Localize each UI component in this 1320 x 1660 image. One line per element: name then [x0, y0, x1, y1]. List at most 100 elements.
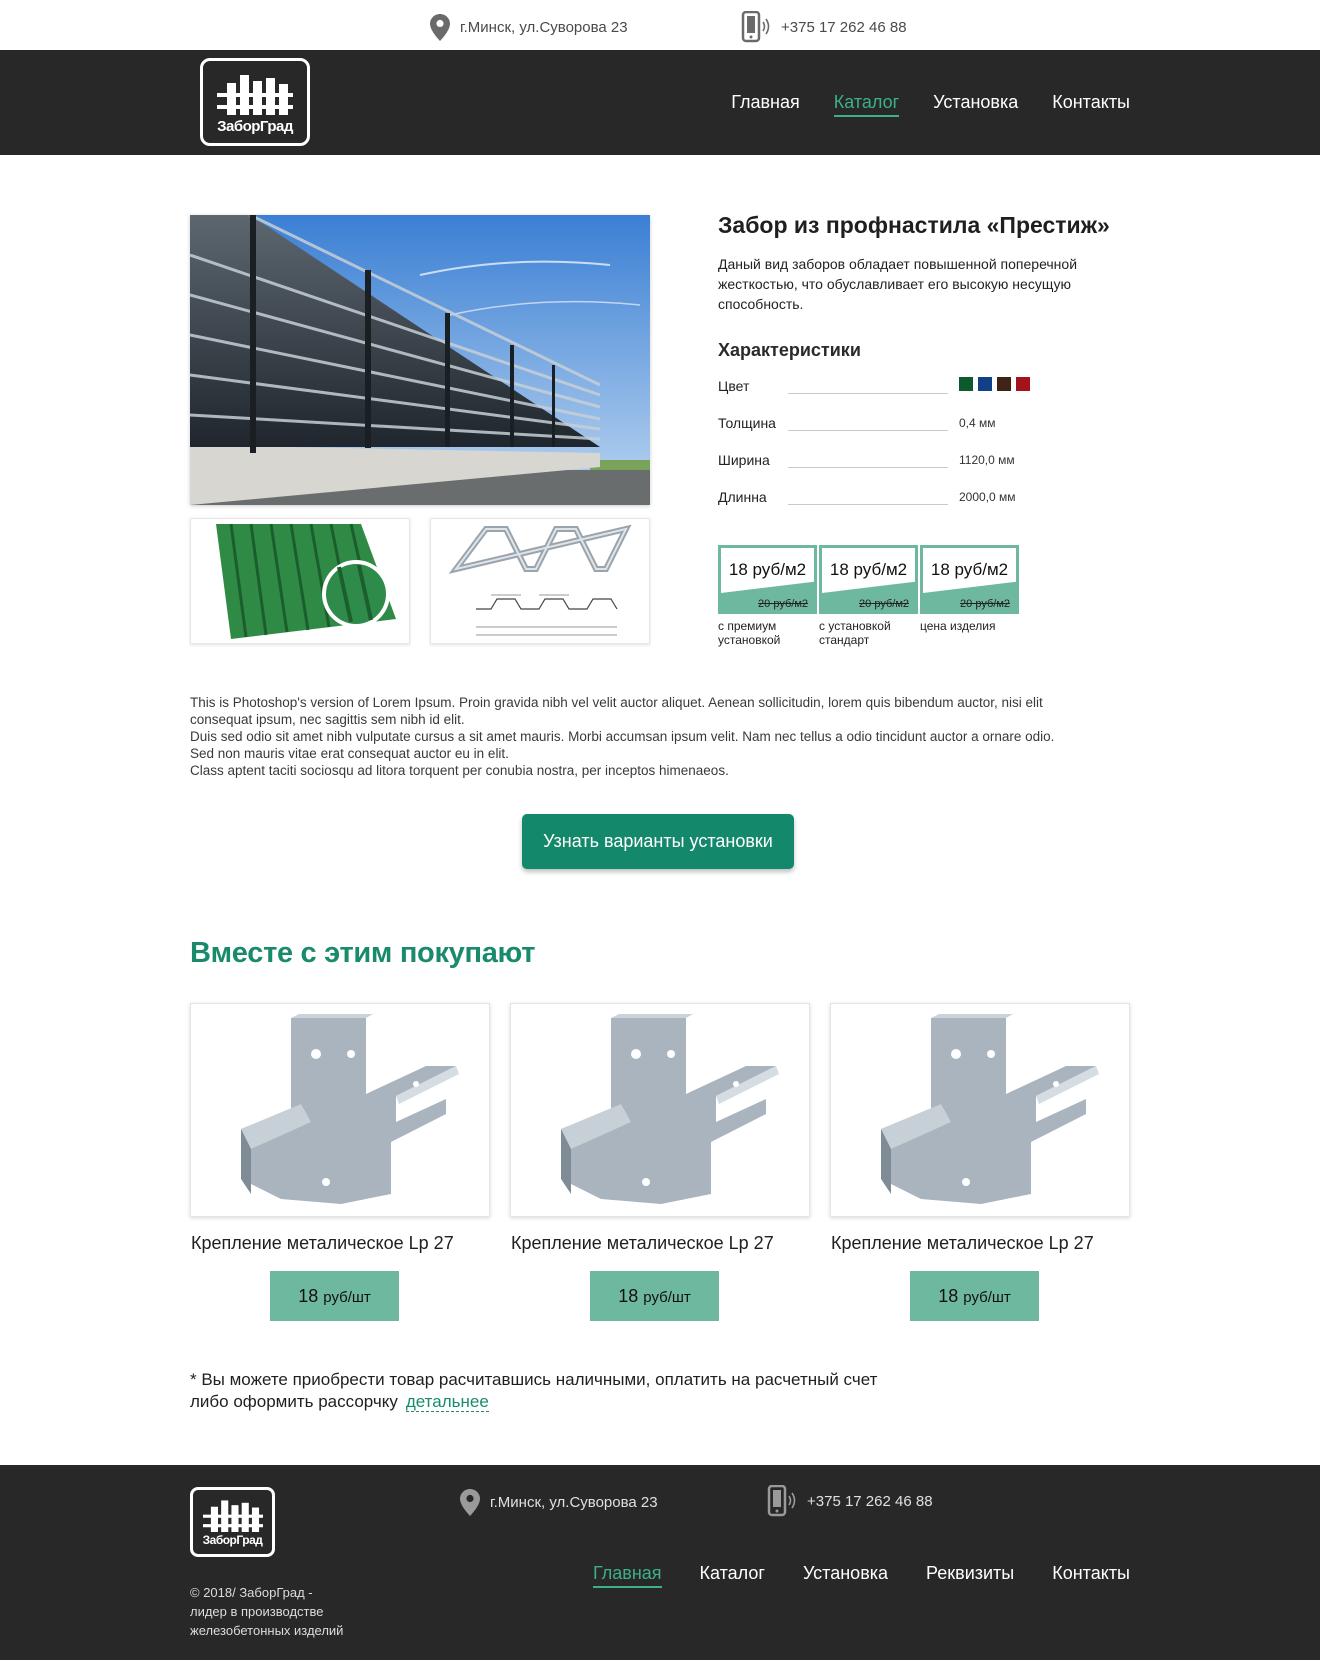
top-address-text: г.Минск, ул.Суворова 23: [460, 19, 628, 36]
copyright-line: © 2018/ ЗаборГрад -: [190, 1585, 313, 1600]
spec-key: Цвет: [718, 378, 750, 394]
price-box-premium[interactable]: 18 руб/м2 20 руб/м2: [718, 545, 817, 614]
metal-bracket-image: [881, 1014, 1099, 1204]
price-value: 18 руб/м2: [829, 560, 908, 579]
metal-bracket-image: [241, 1014, 459, 1204]
related-item-name[interactable]: Крепление металическое Lp 27: [831, 1233, 1094, 1254]
nav-item-catalog[interactable]: Каталог: [833, 92, 900, 117]
product-thumb-green-sheet[interactable]: [190, 518, 410, 644]
description-paragraph: This is Photoshop's version of Lorem Ips…: [190, 695, 1043, 727]
top-phone-text[interactable]: +375 17 262 46 88: [781, 19, 907, 36]
related-item-price-button[interactable]: 18 руб/шт: [270, 1271, 399, 1321]
price-label: с премиум установкой: [718, 619, 781, 647]
spec-leader-line: [788, 393, 948, 394]
price-label: с установкой стандарт: [819, 619, 891, 647]
footer-phone[interactable]: +375 17 262 46 88: [767, 1485, 933, 1517]
spec-key: Толщина: [718, 415, 776, 431]
copyright-line: железобетонных изделий: [190, 1623, 344, 1638]
footer-phone-text[interactable]: +375 17 262 46 88: [807, 1493, 933, 1510]
top-address: г.Минск, ул.Суворова 23: [430, 14, 628, 41]
details-link[interactable]: детальнее: [405, 1392, 489, 1412]
footer-nav-item-home[interactable]: Главная: [593, 1563, 662, 1588]
price-number: 18: [618, 1285, 639, 1306]
site-header: ЗаборГрад Главная Каталог Установка Конт…: [0, 50, 1320, 155]
spec-leader-line: [788, 430, 948, 431]
price-unit: руб/шт: [323, 1288, 371, 1306]
spec-value: 1120,0 мм: [959, 453, 1015, 467]
top-contact-bar: г.Минск, ул.Суворова 23 +375 17 262 46 8…: [0, 0, 1320, 50]
spec-value: 2000,0 мм: [959, 490, 1016, 504]
metal-bracket-image: [561, 1014, 779, 1204]
price-value: 18 руб/м2: [728, 560, 807, 579]
price-old: 20 руб/м2: [758, 598, 808, 610]
related-item-price-button[interactable]: 18 руб/шт: [590, 1271, 719, 1321]
spec-row-length: Длинна 2000,0 мм: [718, 489, 1078, 509]
site-footer: ЗаборГрад © 2018/ ЗаборГрад - лидер в пр…: [0, 1465, 1320, 1660]
spec-key: Ширина: [718, 452, 770, 468]
price-number: 18: [938, 1285, 959, 1306]
spec-leader-line: [788, 467, 948, 468]
related-item-price-button[interactable]: 18 руб/шт: [910, 1271, 1039, 1321]
fence-photo: [190, 215, 650, 505]
description-paragraph: Class aptent taciti sociosqu ad litora t…: [190, 763, 729, 778]
price-label: цена изделия: [920, 619, 996, 633]
mobile-phone-icon: [767, 1485, 796, 1517]
spec-value: 0,4 мм: [959, 416, 996, 430]
top-phone[interactable]: +375 17 262 46 88: [741, 11, 907, 43]
color-swatch-blue[interactable]: [978, 377, 992, 391]
related-item-image[interactable]: [190, 1003, 490, 1217]
footer-copyright: © 2018/ ЗаборГрад - лидер в производстве…: [190, 1583, 370, 1640]
nav-item-home[interactable]: Главная: [731, 92, 800, 117]
footer-nav: Главная Каталог Установка Реквизиты Конт…: [593, 1563, 1130, 1588]
product-title: Забор из профнастила «Престиж»: [718, 212, 1110, 238]
payment-note-line: * Вы можете приобрести товар расчитавшис…: [190, 1370, 878, 1389]
payment-note-text: либо оформить рассорчку: [190, 1392, 398, 1411]
footer-address: г.Минск, ул.Суворова 23: [460, 1489, 658, 1516]
price-box-standard[interactable]: 18 руб/м2 20 руб/м2: [819, 545, 918, 614]
price-value: 18 руб/м2: [930, 560, 1009, 579]
footer-nav-item-catalog[interactable]: Каталог: [700, 1563, 765, 1588]
color-swatch-brown[interactable]: [997, 377, 1011, 391]
footer-address-text: г.Минск, ул.Суворова 23: [490, 1494, 658, 1511]
mobile-phone-icon: [741, 11, 770, 43]
footer-nav-item-contacts[interactable]: Контакты: [1052, 1563, 1130, 1588]
related-item-name[interactable]: Крепление металическое Lp 27: [511, 1233, 774, 1254]
product-long-description: This is Photoshop's version of Lorem Ips…: [190, 694, 1070, 779]
logo-text: ЗаборГрад: [217, 118, 293, 135]
green-profile-sheet-image: [216, 523, 396, 639]
color-swatches: [959, 377, 1035, 391]
spec-leader-line: [788, 504, 948, 505]
fence-logo-icon: [203, 1500, 263, 1532]
footer-nav-item-requisites[interactable]: Реквизиты: [926, 1563, 1014, 1588]
fence-logo-icon: [217, 75, 293, 115]
product-description: Даный вид заборов обладает повышенной по…: [718, 256, 1078, 312]
spec-row-width: Ширина 1120,0 мм: [718, 452, 1078, 472]
site-logo[interactable]: ЗаборГрад: [200, 58, 310, 146]
nav-item-contacts[interactable]: Контакты: [1052, 92, 1130, 117]
location-pin-icon: [460, 1489, 480, 1516]
footer-logo[interactable]: ЗаборГрад: [190, 1487, 275, 1557]
description-paragraph: Duis sed odio sit amet nibh vulputate cu…: [190, 729, 1055, 761]
nav-item-installation[interactable]: Установка: [933, 92, 1018, 117]
related-item-image[interactable]: [510, 1003, 810, 1217]
spec-row-color: Цвет: [718, 377, 1078, 398]
footer-nav-item-installation[interactable]: Установка: [803, 1563, 888, 1588]
related-item-image[interactable]: [830, 1003, 1130, 1217]
payment-note: * Вы можете приобрести товар расчитавшис…: [190, 1369, 990, 1413]
related-item-name[interactable]: Крепление металическое Lp 27: [191, 1233, 454, 1254]
price-unit: руб/шт: [963, 1288, 1011, 1306]
price-old: 20 руб/м2: [960, 598, 1010, 610]
price-number: 18: [298, 1285, 319, 1306]
spec-row-thickness: Толщина 0,4 мм: [718, 415, 1078, 435]
characteristics-title: Характеристики: [718, 340, 861, 360]
related-section-title: Вместе с этим покупают: [190, 937, 536, 969]
color-swatch-green[interactable]: [959, 377, 973, 391]
installation-options-button[interactable]: Узнать варианты установки: [522, 814, 794, 869]
color-swatch-red[interactable]: [1016, 377, 1030, 391]
payment-note-line-2: либо оформить рассорчку детальнее: [190, 1391, 990, 1413]
product-main-image[interactable]: [190, 215, 650, 505]
logo-text: ЗаборГрад: [202, 1533, 263, 1547]
profile-cross-section-image: [448, 524, 632, 636]
price-box-product-only[interactable]: 18 руб/м2 20 руб/м2: [920, 545, 1019, 614]
product-thumb-profile-diagram[interactable]: [430, 518, 650, 644]
